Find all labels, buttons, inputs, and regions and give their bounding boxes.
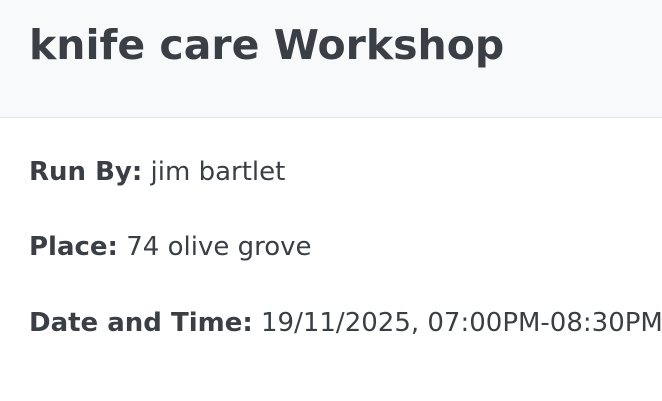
date-time-row: Date and Time: 19/11/2025, 07:00PM-08:30…	[29, 306, 662, 340]
run-by-row: Run By: jim bartlet	[29, 155, 285, 189]
date-time-value: 19/11/2025, 07:00PM-08:30PM	[261, 308, 662, 338]
page-title: knife care Workshop	[29, 21, 505, 69]
run-by-label: Run By:	[29, 157, 143, 187]
run-by-value: jim bartlet	[150, 157, 286, 187]
date-time-label: Date and Time:	[29, 308, 253, 338]
place-label: Place:	[29, 232, 118, 262]
place-row: Place: 74 olive grove	[29, 230, 312, 264]
place-value: 74 olive grove	[126, 232, 312, 262]
page-header: knife care Workshop	[0, 0, 662, 118]
